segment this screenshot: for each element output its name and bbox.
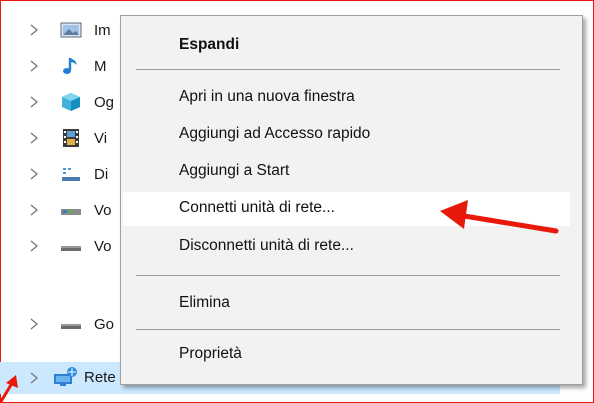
tree-item-label: Di bbox=[94, 165, 109, 183]
chevron-right-icon[interactable] bbox=[29, 24, 39, 36]
menu-item-delete[interactable]: Elimina bbox=[179, 294, 230, 312]
tree-item-label: Vo bbox=[94, 237, 112, 255]
tree-item-label: Vo bbox=[94, 201, 112, 219]
desktop-icon bbox=[62, 168, 80, 181]
chevron-right-icon[interactable] bbox=[29, 372, 39, 384]
menu-separator bbox=[136, 275, 560, 276]
context-menu: Espandi Apri in una nuova finestra Aggiu… bbox=[120, 15, 583, 385]
drive-icon bbox=[61, 246, 81, 251]
tree-item-label: M bbox=[94, 57, 107, 75]
drive-icon bbox=[61, 324, 81, 329]
chevron-right-icon[interactable] bbox=[29, 60, 39, 72]
tree-item-label: Rete bbox=[84, 369, 116, 386]
tree-item-3d-objects[interactable]: Og bbox=[0, 84, 130, 120]
tree-item-label: Im bbox=[94, 21, 111, 39]
music-icon bbox=[63, 58, 77, 74]
menu-separator bbox=[136, 69, 560, 70]
menu-item-open-new-window[interactable]: Apri in una nuova finestra bbox=[179, 88, 355, 106]
drive-icon bbox=[61, 209, 81, 215]
menu-item-disconnect-network-drive[interactable]: Disconnetti unità di rete... bbox=[179, 237, 354, 255]
tree-item-drive[interactable]: Vo bbox=[0, 192, 130, 228]
chevron-right-icon[interactable] bbox=[29, 168, 39, 180]
chevron-right-icon[interactable] bbox=[29, 132, 39, 144]
tree-item-label: Vi bbox=[94, 129, 108, 147]
3d-objects-icon bbox=[62, 93, 80, 111]
menu-item-properties[interactable]: Proprietà bbox=[179, 345, 242, 363]
chevron-right-icon[interactable] bbox=[29, 204, 39, 216]
tree-item-label: Og bbox=[94, 93, 115, 111]
tree-item-label: Go bbox=[94, 315, 115, 333]
menu-separator bbox=[136, 329, 560, 330]
menu-item-add-start[interactable]: Aggiungi a Start bbox=[179, 162, 289, 180]
chevron-right-icon[interactable] bbox=[29, 96, 39, 108]
pictures-icon bbox=[60, 22, 82, 38]
tree-item-drive[interactable]: Go bbox=[0, 306, 130, 342]
tree-item-videos[interactable]: Vi bbox=[0, 120, 130, 156]
chevron-right-icon[interactable] bbox=[29, 240, 39, 252]
videos-icon bbox=[63, 129, 79, 147]
tree-item-desktop[interactable]: Di bbox=[0, 156, 130, 192]
network-icon bbox=[54, 367, 77, 386]
menu-item-add-quick-access[interactable]: Aggiungi ad Accesso rapido bbox=[179, 125, 370, 143]
tree-item-pictures[interactable]: Im bbox=[0, 12, 130, 48]
tree-item-drive[interactable]: Vo bbox=[0, 228, 130, 264]
menu-item-map-network-drive[interactable]: Connetti unità di rete... bbox=[179, 199, 335, 217]
chevron-right-icon[interactable] bbox=[29, 318, 39, 330]
tree-item-music[interactable]: M bbox=[0, 48, 130, 84]
menu-item-expand[interactable]: Espandi bbox=[179, 36, 239, 54]
